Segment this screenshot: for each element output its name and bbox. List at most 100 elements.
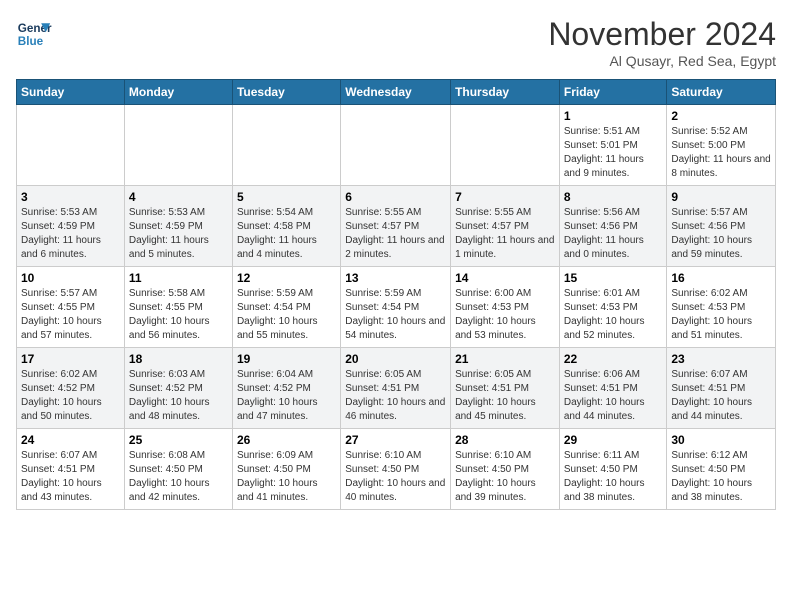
- day-cell: 20 Sunrise: 6:05 AMSunset: 4:51 PMDayligh…: [341, 348, 451, 429]
- month-title: November 2024: [548, 16, 776, 53]
- logo: General Blue: [16, 16, 52, 52]
- day-cell: 21 Sunrise: 6:05 AMSunset: 4:51 PMDayligh…: [451, 348, 560, 429]
- day-number: 16: [671, 271, 771, 285]
- day-number: 26: [237, 433, 336, 447]
- day-info: Sunrise: 6:10 AMSunset: 4:50 PMDaylight:…: [345, 449, 446, 505]
- day-cell: [451, 105, 560, 186]
- day-cell: [232, 105, 340, 186]
- day-info: Sunrise: 6:08 AMSunset: 4:50 PMDaylight:…: [129, 449, 228, 505]
- calendar-body: 1Sunrise: 5:51 AMSunset: 5:01 PMDaylight…: [17, 105, 776, 510]
- column-header-thursday: Thursday: [451, 80, 560, 105]
- day-info: Sunrise: 5:57 AMSunset: 4:55 PMDaylight:…: [21, 287, 120, 343]
- day-cell: 8Sunrise: 5:56 AMSunset: 4:56 PMDaylight…: [559, 186, 667, 267]
- calendar-header-row: SundayMondayTuesdayWednesdayThursdayFrid…: [17, 80, 776, 105]
- day-number: 12: [237, 271, 336, 285]
- day-cell: 5Sunrise: 5:54 AMSunset: 4:58 PMDaylight…: [232, 186, 340, 267]
- day-info: Sunrise: 5:53 AMSunset: 4:59 PMDaylight:…: [21, 206, 120, 262]
- day-info: Sunrise: 6:05 AMSunset: 4:51 PMDaylight:…: [345, 368, 446, 424]
- day-number: 27: [345, 433, 446, 447]
- day-cell: 24 Sunrise: 6:07 AMSunset: 4:51 PMDayligh…: [17, 429, 125, 510]
- week-row-2: 3Sunrise: 5:53 AMSunset: 4:59 PMDaylight…: [17, 186, 776, 267]
- column-header-sunday: Sunday: [17, 80, 125, 105]
- week-row-4: 17 Sunrise: 6:02 AMSunset: 4:52 PMDayligh…: [17, 348, 776, 429]
- day-cell: 23 Sunrise: 6:07 AMSunset: 4:51 PMDayligh…: [667, 348, 776, 429]
- day-info: Sunrise: 5:57 AMSunset: 4:56 PMDaylight:…: [671, 206, 771, 262]
- day-number: 10: [21, 271, 120, 285]
- day-cell: 1Sunrise: 5:51 AMSunset: 5:01 PMDaylight…: [559, 105, 667, 186]
- day-info: Sunrise: 6:00 AMSunset: 4:53 PMDaylight:…: [455, 287, 555, 343]
- day-info: Sunrise: 5:59 AMSunset: 4:54 PMDaylight:…: [345, 287, 446, 343]
- week-row-1: 1Sunrise: 5:51 AMSunset: 5:01 PMDaylight…: [17, 105, 776, 186]
- day-info: Sunrise: 5:55 AMSunset: 4:57 PMDaylight:…: [455, 206, 555, 262]
- day-info: Sunrise: 6:01 AMSunset: 4:53 PMDaylight:…: [564, 287, 663, 343]
- day-number: 17: [21, 352, 120, 366]
- day-cell: 28 Sunrise: 6:10 AMSunset: 4:50 PMDayligh…: [451, 429, 560, 510]
- day-cell: 9 Sunrise: 5:57 AMSunset: 4:56 PMDaylight…: [667, 186, 776, 267]
- day-number: 5: [237, 190, 336, 204]
- svg-text:Blue: Blue: [18, 35, 44, 48]
- day-info: Sunrise: 5:56 AMSunset: 4:56 PMDaylight:…: [564, 206, 663, 262]
- day-info: Sunrise: 6:03 AMSunset: 4:52 PMDaylight:…: [129, 368, 228, 424]
- day-cell: 16 Sunrise: 6:02 AMSunset: 4:53 PMDayligh…: [667, 267, 776, 348]
- day-cell: 15 Sunrise: 6:01 AMSunset: 4:53 PMDayligh…: [559, 267, 667, 348]
- day-cell: [17, 105, 125, 186]
- day-cell: 14 Sunrise: 6:00 AMSunset: 4:53 PMDayligh…: [451, 267, 560, 348]
- day-info: Sunrise: 6:07 AMSunset: 4:51 PMDaylight:…: [671, 368, 771, 424]
- title-area: November 2024 Al Qusayr, Red Sea, Egypt: [548, 16, 776, 69]
- day-info: Sunrise: 6:12 AMSunset: 4:50 PMDaylight:…: [671, 449, 771, 505]
- day-info: Sunrise: 6:10 AMSunset: 4:50 PMDaylight:…: [455, 449, 555, 505]
- day-cell: 25 Sunrise: 6:08 AMSunset: 4:50 PMDayligh…: [124, 429, 232, 510]
- day-info: Sunrise: 5:53 AMSunset: 4:59 PMDaylight:…: [129, 206, 228, 262]
- day-number: 19: [237, 352, 336, 366]
- day-cell: 19 Sunrise: 6:04 AMSunset: 4:52 PMDayligh…: [232, 348, 340, 429]
- day-number: 6: [345, 190, 446, 204]
- day-number: 15: [564, 271, 663, 285]
- day-info: Sunrise: 6:09 AMSunset: 4:50 PMDaylight:…: [237, 449, 336, 505]
- day-number: 30: [671, 433, 771, 447]
- day-cell: 4 Sunrise: 5:53 AMSunset: 4:59 PMDaylight…: [124, 186, 232, 267]
- location-subtitle: Al Qusayr, Red Sea, Egypt: [548, 53, 776, 69]
- day-cell: 6 Sunrise: 5:55 AMSunset: 4:57 PMDaylight…: [341, 186, 451, 267]
- day-number: 28: [455, 433, 555, 447]
- day-number: 25: [129, 433, 228, 447]
- day-number: 14: [455, 271, 555, 285]
- column-header-tuesday: Tuesday: [232, 80, 340, 105]
- day-cell: 26 Sunrise: 6:09 AMSunset: 4:50 PMDayligh…: [232, 429, 340, 510]
- day-cell: 10 Sunrise: 5:57 AMSunset: 4:55 PMDayligh…: [17, 267, 125, 348]
- day-number: 13: [345, 271, 446, 285]
- day-cell: [124, 105, 232, 186]
- day-number: 9: [671, 190, 771, 204]
- day-cell: [341, 105, 451, 186]
- day-info: Sunrise: 6:04 AMSunset: 4:52 PMDaylight:…: [237, 368, 336, 424]
- day-info: Sunrise: 5:55 AMSunset: 4:57 PMDaylight:…: [345, 206, 446, 262]
- day-number: 18: [129, 352, 228, 366]
- day-number: 22: [564, 352, 663, 366]
- day-info: Sunrise: 6:05 AMSunset: 4:51 PMDaylight:…: [455, 368, 555, 424]
- day-number: 4: [129, 190, 228, 204]
- week-row-3: 10 Sunrise: 5:57 AMSunset: 4:55 PMDayligh…: [17, 267, 776, 348]
- day-number: 1: [564, 109, 663, 123]
- day-info: Sunrise: 6:02 AMSunset: 4:52 PMDaylight:…: [21, 368, 120, 424]
- day-number: 11: [129, 271, 228, 285]
- column-header-saturday: Saturday: [667, 80, 776, 105]
- day-number: 21: [455, 352, 555, 366]
- day-number: 7: [455, 190, 555, 204]
- day-cell: 18 Sunrise: 6:03 AMSunset: 4:52 PMDayligh…: [124, 348, 232, 429]
- day-number: 24: [21, 433, 120, 447]
- day-cell: 29Sunrise: 6:11 AMSunset: 4:50 PMDayligh…: [559, 429, 667, 510]
- week-row-5: 24 Sunrise: 6:07 AMSunset: 4:51 PMDayligh…: [17, 429, 776, 510]
- day-info: Sunrise: 6:07 AMSunset: 4:51 PMDaylight:…: [21, 449, 120, 505]
- day-number: 20: [345, 352, 446, 366]
- column-header-monday: Monday: [124, 80, 232, 105]
- calendar-table: SundayMondayTuesdayWednesdayThursdayFrid…: [16, 79, 776, 510]
- day-cell: 11 Sunrise: 5:58 AMSunset: 4:55 PMDayligh…: [124, 267, 232, 348]
- day-cell: 7 Sunrise: 5:55 AMSunset: 4:57 PMDaylight…: [451, 186, 560, 267]
- day-info: Sunrise: 6:02 AMSunset: 4:53 PMDaylight:…: [671, 287, 771, 343]
- column-header-friday: Friday: [559, 80, 667, 105]
- day-info: Sunrise: 5:58 AMSunset: 4:55 PMDaylight:…: [129, 287, 228, 343]
- day-number: 23: [671, 352, 771, 366]
- day-cell: 27 Sunrise: 6:10 AMSunset: 4:50 PMDayligh…: [341, 429, 451, 510]
- day-info: Sunrise: 6:06 AMSunset: 4:51 PMDaylight:…: [564, 368, 663, 424]
- logo-icon: General Blue: [16, 16, 52, 52]
- day-info: Sunrise: 6:11 AMSunset: 4:50 PMDaylight:…: [564, 449, 663, 505]
